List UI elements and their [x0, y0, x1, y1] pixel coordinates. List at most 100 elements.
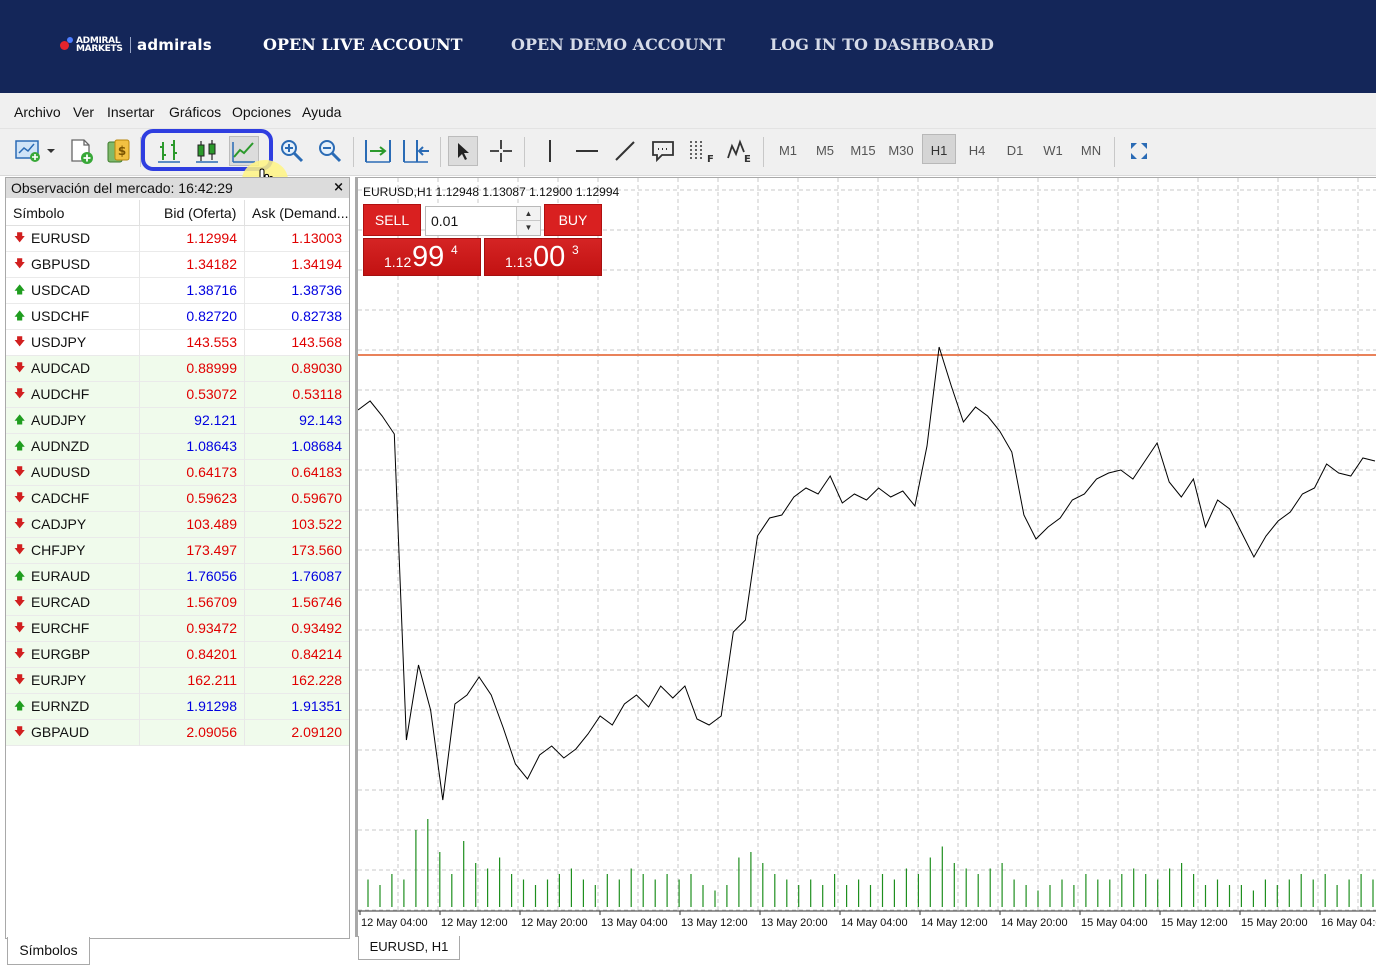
price-chart[interactable]: 12 May 04:00 12 May 12:00 12 May 20:00 13 M…: [358, 178, 1376, 938]
market-watch-row[interactable]: 🡇 EURCHF 0.93472 0.93492: [6, 616, 349, 642]
menu-graficos[interactable]: Gráficos: [169, 104, 221, 120]
svg-text:E: E: [744, 154, 751, 164]
symbol-name: EURGBP: [31, 646, 91, 662]
log-in-dashboard-link[interactable]: LOG IN TO DASHBOARD: [770, 35, 994, 55]
zoom-in-button[interactable]: [277, 136, 307, 166]
chart-window[interactable]: 12 May 04:00 12 May 12:00 12 May 20:00 13 M…: [355, 177, 1376, 937]
ask-price: 0.93492: [291, 620, 342, 636]
bid-price: 1.76056: [186, 568, 237, 584]
trendline-button[interactable]: [610, 136, 640, 166]
lot-spinner[interactable]: ▲ ▼: [516, 207, 540, 235]
cell-divider: [244, 460, 245, 486]
ask-price: 1.56746: [291, 594, 342, 610]
arrow-down-icon: 🡇: [14, 674, 26, 686]
cell-divider: [244, 642, 245, 668]
fibonacci-button[interactable]: F: [686, 136, 716, 166]
market-watch-panel: Observación del mercado: 16:42:29 × Símb…: [5, 177, 350, 939]
menu-insertar[interactable]: Insertar: [107, 104, 154, 120]
market-watch-row[interactable]: 🡅 USDCAD 1.38716 1.38736: [6, 278, 349, 304]
market-watch-row[interactable]: 🡅 EURAUD 1.76056 1.76087: [6, 564, 349, 590]
chart-shift-icon: [403, 140, 429, 163]
symbol-name: AUDNZD: [31, 438, 90, 454]
auto-scroll-button[interactable]: [362, 136, 394, 166]
new-profile-button[interactable]: [66, 136, 96, 166]
bid-price: 1.12994: [186, 230, 237, 246]
crosshair-button[interactable]: [486, 136, 516, 166]
arrow-up-icon: 🡅: [14, 700, 26, 712]
timeframe-m30[interactable]: M30: [884, 143, 918, 159]
cell-divider: [139, 512, 140, 538]
column-header-ask[interactable]: Ask (Demand...: [252, 200, 348, 226]
market-watch-row[interactable]: 🡇 CADCHF 0.59623 0.59670: [6, 486, 349, 512]
symbol-name: AUDJPY: [31, 412, 87, 428]
market-watch-row[interactable]: 🡇 AUDCAD 0.88999 0.89030: [6, 356, 349, 382]
fullscreen-button[interactable]: [1124, 136, 1154, 166]
new-chart-button[interactable]: [12, 136, 58, 166]
arrow-up-icon: 🡅: [14, 570, 26, 582]
tab-eurusd-h1[interactable]: EURUSD, H1: [358, 936, 460, 960]
bid-price: 0.64173: [186, 464, 237, 480]
x-tick-label: 16 May 04:00: [1321, 917, 1376, 929]
sell-price-pips: 99: [412, 241, 445, 273]
market-watch-row[interactable]: 🡇 EURGBP 0.84201 0.84214: [6, 642, 349, 668]
market-watch-row[interactable]: 🡇 CADJPY 103.489 103.522: [6, 512, 349, 538]
open-demo-account-link[interactable]: OPEN DEMO ACCOUNT: [511, 35, 725, 55]
market-watch-row[interactable]: 🡇 GBPUSD 1.34182 1.34194: [6, 252, 349, 278]
market-watch-row[interactable]: 🡅 AUDNZD 1.08643 1.08684: [6, 434, 349, 460]
market-watch-row[interactable]: 🡇 AUDUSD 0.64173 0.64183: [6, 460, 349, 486]
vertical-line-button[interactable]: [535, 136, 565, 166]
column-header-bid[interactable]: Bid (Oferta): [164, 200, 236, 226]
symbol-name: CADCHF: [31, 490, 90, 506]
timeframe-h4[interactable]: H4: [960, 143, 994, 159]
sell-button[interactable]: SELL: [363, 204, 421, 236]
market-watch-row[interactable]: 🡇 EURUSD 1.12994 1.13003: [6, 226, 349, 252]
open-live-account-link[interactable]: OPEN LIVE ACCOUNT: [263, 35, 463, 55]
market-watch-row[interactable]: 🡅 EURNZD 1.91298 1.91351: [6, 694, 349, 720]
menu-ayuda[interactable]: Ayuda: [302, 104, 341, 120]
timeframe-m1[interactable]: M1: [771, 143, 805, 159]
cursor-tool-button[interactable]: [448, 136, 478, 166]
column-header-symbol[interactable]: Símbolo: [13, 200, 64, 226]
spin-down-icon[interactable]: ▼: [517, 221, 540, 235]
timeframe-m15[interactable]: M15: [846, 143, 880, 159]
buy-button[interactable]: BUY: [544, 204, 602, 236]
market-watch-row[interactable]: 🡅 USDCHF 0.82720 0.82738: [6, 304, 349, 330]
zoom-out-button[interactable]: [315, 136, 345, 166]
x-tick-label: 13 May 12:00: [681, 917, 748, 929]
timeframe-m5[interactable]: M5: [808, 143, 842, 159]
bid-price: 1.08643: [186, 438, 237, 454]
menu-archivo[interactable]: Archivo: [14, 104, 61, 120]
ask-price: 173.560: [291, 542, 342, 558]
market-watch-row[interactable]: 🡇 EURJPY 162.211 162.228: [6, 668, 349, 694]
timeframe-h1[interactable]: H1: [922, 134, 956, 164]
chart-shift-button[interactable]: [400, 136, 432, 166]
market-watch-row[interactable]: 🡇 GBPAUD 2.09056 2.09120: [6, 720, 349, 746]
text-label-button[interactable]: [648, 136, 678, 166]
market-watch-row[interactable]: 🡇 USDJPY 143.553 143.568: [6, 330, 349, 356]
market-watch-toggle-button[interactable]: $: [104, 136, 134, 166]
market-watch-row[interactable]: 🡅 AUDJPY 92.121 92.143: [6, 408, 349, 434]
market-watch-row[interactable]: 🡇 CHFJPY 173.497 173.560: [6, 538, 349, 564]
timeframe-d1[interactable]: D1: [998, 143, 1032, 159]
spin-up-icon[interactable]: ▲: [517, 207, 540, 221]
menu-ver[interactable]: Ver: [73, 104, 94, 120]
sell-price-box[interactable]: 1.12 99 4: [363, 238, 481, 276]
horizontal-line-button[interactable]: [572, 136, 602, 166]
close-icon[interactable]: ×: [333, 178, 344, 198]
lot-size-input[interactable]: 0.01 ▲ ▼: [425, 206, 541, 236]
cell-divider: [244, 486, 245, 512]
arrow-up-icon: 🡅: [14, 440, 26, 452]
arrow-down-icon: 🡇: [14, 726, 26, 738]
market-watch-row[interactable]: 🡇 EURCAD 1.56709 1.56746: [6, 590, 349, 616]
cell-divider: [244, 252, 245, 278]
x-tick-label: 15 May 04:00: [1081, 917, 1148, 929]
timeframe-mn[interactable]: MN: [1074, 143, 1108, 159]
bid-price: 173.497: [186, 542, 237, 558]
market-watch-row[interactable]: 🡇 AUDCHF 0.53072 0.53118: [6, 382, 349, 408]
symbol-name: EURCHF: [31, 620, 90, 636]
tab-simbolos[interactable]: Símbolos: [7, 937, 90, 965]
timeframe-w1[interactable]: W1: [1036, 143, 1070, 159]
buy-price-box[interactable]: 1.13 00 3: [484, 238, 602, 276]
elliott-wave-button[interactable]: E: [724, 136, 754, 166]
menu-opciones[interactable]: Opciones: [232, 104, 291, 120]
